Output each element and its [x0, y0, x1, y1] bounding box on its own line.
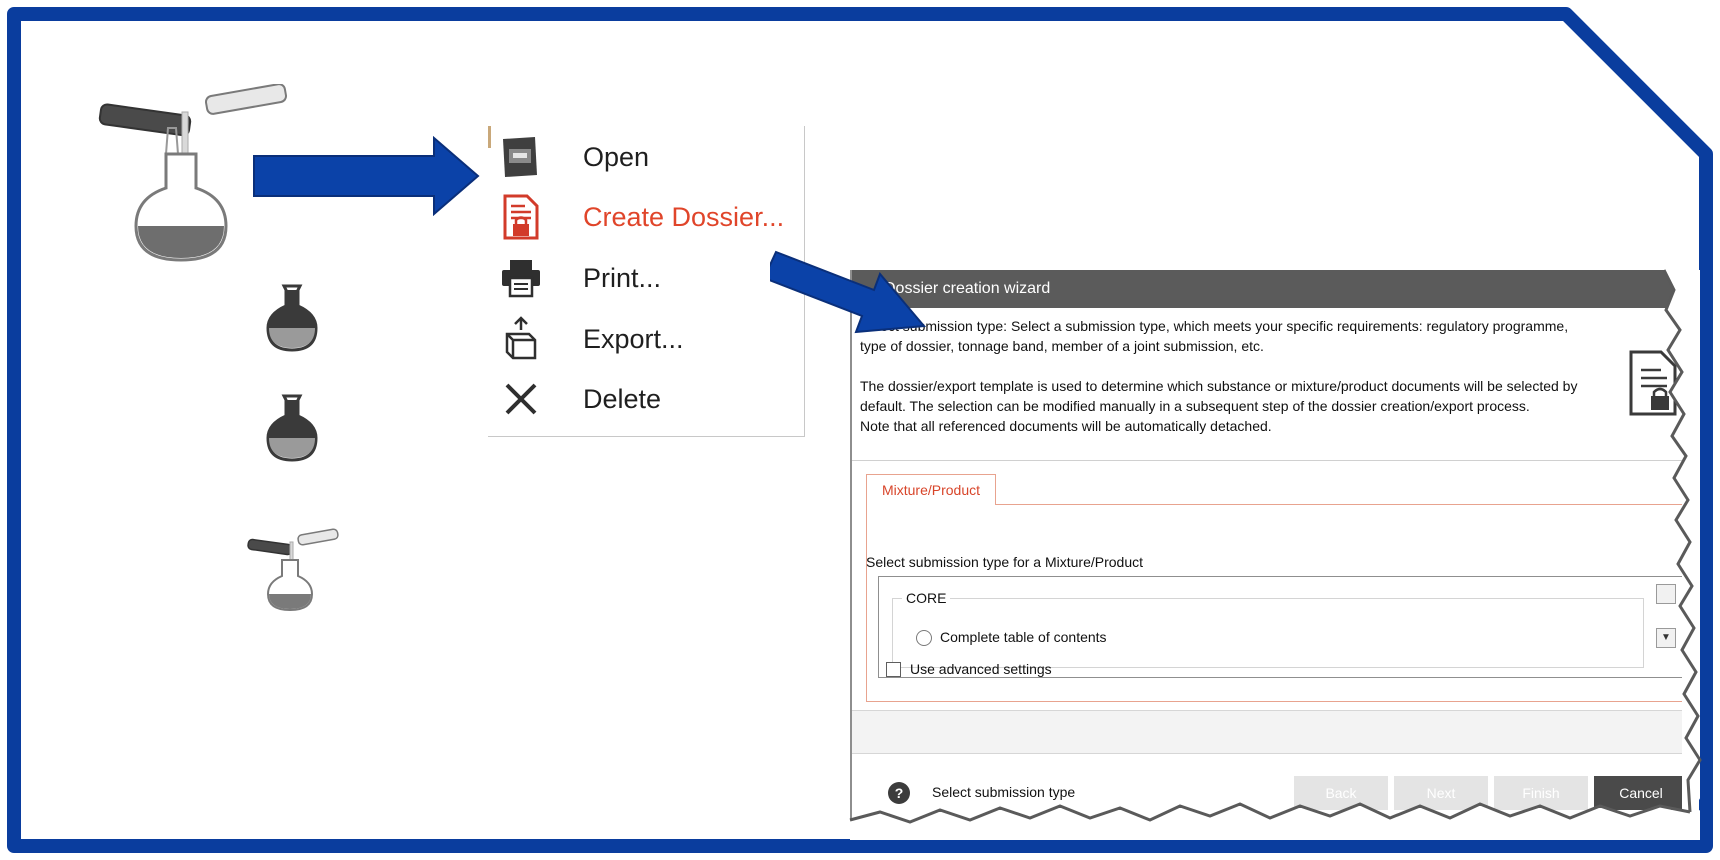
arrow-diagonal-icon [770, 250, 927, 334]
tab-mixture-product[interactable]: Mixture/Product [866, 474, 996, 505]
torn-paper-edge [849, 269, 1702, 840]
